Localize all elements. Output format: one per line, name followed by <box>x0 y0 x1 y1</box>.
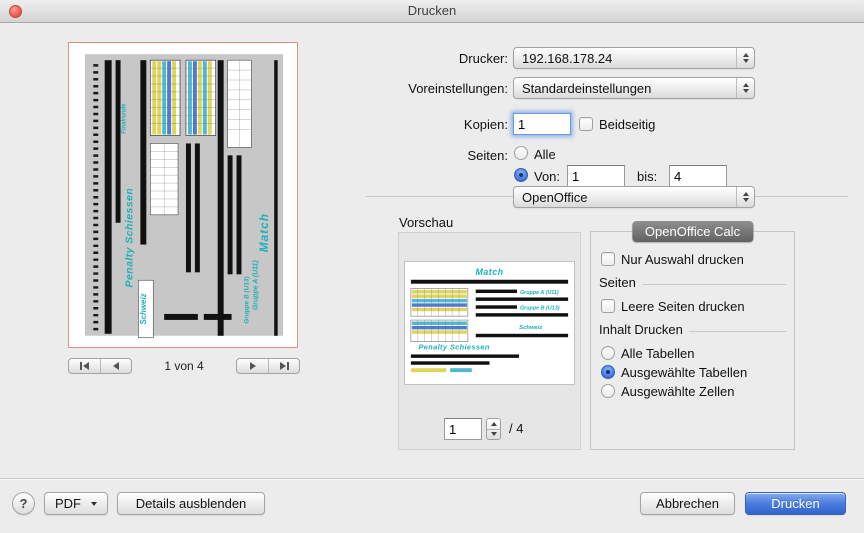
skip-empty-pages-label[interactable]: Leere Seiten drucken <box>621 299 745 314</box>
calc-options-panel: OpenOffice Calc Nur Auswahl drucken Seit… <box>590 231 795 450</box>
arrow-left-icon <box>113 362 119 370</box>
print-button[interactable]: Drucken <box>745 492 846 515</box>
pages-all-radio[interactable] <box>514 146 528 160</box>
skip-end-icon <box>287 362 289 370</box>
print-dialog: Drucken Finalrunde Penalty Schiessen <box>0 0 864 533</box>
arrow-right-icon <box>250 362 256 370</box>
pages-from-label[interactable]: Von: <box>534 169 560 184</box>
content-group-label: Inhalt Drucken <box>599 322 683 337</box>
preview-pagination: 1 von 4 <box>68 357 300 374</box>
selected-sheets-radio[interactable] <box>601 365 615 379</box>
presets-select-value: Standardeinstellungen <box>522 81 651 96</box>
preview-artwork-large: Finalrunde Penalty Schiessen <box>69 43 297 347</box>
arrow-up-icon <box>491 422 497 426</box>
close-button[interactable] <box>9 5 22 18</box>
preview-label-group-b: Gruppe B (U13) <box>243 276 250 323</box>
preview-artwork-small: Match <box>405 262 574 384</box>
app-options-select[interactable]: OpenOffice <box>513 186 755 208</box>
popup-arrows-icon <box>736 48 754 68</box>
stepper-up-button[interactable] <box>487 419 500 430</box>
calc-panel-title: OpenOffice Calc <box>632 221 753 242</box>
printer-label: Drucker: <box>308 51 508 66</box>
presets-select[interactable]: Standardeinstellungen <box>513 77 755 99</box>
pages-all-radio-label[interactable]: Alle <box>534 147 556 162</box>
popup-arrows-icon <box>736 187 754 207</box>
preview-label-finalrunde: Finalrunde <box>122 103 128 134</box>
preview-small-penalty: Penalty Schiessen <box>418 343 489 352</box>
vorschau-page-input[interactable] <box>444 418 482 440</box>
copies-input[interactable] <box>513 113 571 135</box>
hide-details-button[interactable]: Details ausblenden <box>117 492 265 515</box>
window-title: Drucken <box>0 0 864 22</box>
all-sheets-radio-label[interactable]: Alle Tabellen <box>621 346 694 361</box>
pdf-menu-button[interactable]: PDF <box>44 492 108 515</box>
page-stepper <box>486 418 501 440</box>
duplex-checkbox-label[interactable]: Beidseitig <box>599 117 655 132</box>
arrow-right-icon <box>280 362 286 370</box>
vorschau-page-total: / 4 <box>509 421 523 436</box>
preview-small-match: Match <box>476 267 504 277</box>
print-preview-large: Finalrunde Penalty Schiessen <box>68 42 298 348</box>
chevron-down-icon <box>91 502 97 506</box>
cancel-button[interactable]: Abbrechen <box>640 492 735 515</box>
stepper-down-button[interactable] <box>487 430 500 440</box>
footer-separator <box>0 478 864 479</box>
all-sheets-radio[interactable] <box>601 346 615 360</box>
pdf-menu-label: PDF <box>55 496 81 511</box>
pagination-forward-group <box>236 358 300 374</box>
pagination-back-group <box>68 358 132 374</box>
vorschau-section-label: Vorschau <box>399 215 453 230</box>
selected-cells-radio[interactable] <box>601 384 615 398</box>
selected-cells-radio-label[interactable]: Ausgewählte Zellen <box>621 384 734 399</box>
print-preview-small: Match <box>404 261 575 385</box>
popup-arrows-icon <box>736 78 754 98</box>
skip-start-icon <box>80 362 82 370</box>
pages-from-input[interactable] <box>567 165 625 187</box>
presets-label: Voreinstellungen: <box>308 81 508 96</box>
last-page-button[interactable] <box>268 359 299 373</box>
preview-label-group-a: Gruppe A (U11) <box>252 260 259 310</box>
preview-label-penalty: Penalty Schiessen <box>124 188 135 288</box>
pages-to-input[interactable] <box>669 165 727 187</box>
pages-to-label: bis: <box>637 169 657 184</box>
arrow-down-icon <box>491 432 497 436</box>
next-page-button[interactable] <box>237 359 268 373</box>
preview-label-team: Schweiz <box>139 293 148 324</box>
duplex-checkbox[interactable] <box>579 117 593 131</box>
group-divider <box>689 331 786 332</box>
selected-sheets-radio-label[interactable]: Ausgewählte Tabellen <box>621 365 747 380</box>
pages-group-header: Seiten <box>599 275 786 290</box>
titlebar: Drucken <box>0 0 864 23</box>
skip-empty-pages-checkbox[interactable] <box>601 299 615 313</box>
arrow-left-icon <box>83 362 89 370</box>
printer-select[interactable]: 192.168.178.24 <box>513 47 755 69</box>
help-button[interactable]: ? <box>12 492 35 515</box>
content-group-header: Inhalt Drucken <box>599 322 786 337</box>
preview-label-match: Match <box>257 213 271 252</box>
preview-small-group-b: Gruppe B (U13) <box>520 306 560 312</box>
preview-small-team: Schweiz <box>519 325 542 331</box>
pages-label: Seiten: <box>308 148 508 163</box>
copies-label: Kopien: <box>308 117 508 132</box>
app-options-select-value: OpenOffice <box>522 190 588 205</box>
page-indicator: 1 von 4 <box>132 359 236 373</box>
first-page-button[interactable] <box>69 359 100 373</box>
previous-page-button[interactable] <box>100 359 131 373</box>
pages-range-radio[interactable] <box>514 168 528 182</box>
group-divider <box>642 284 786 285</box>
pages-group-label: Seiten <box>599 275 636 290</box>
print-selection-label[interactable]: Nur Auswahl drucken <box>621 252 744 267</box>
printer-select-value: 192.168.178.24 <box>522 51 612 66</box>
print-selection-checkbox[interactable] <box>601 252 615 266</box>
preview-small-group-a: Gruppe A (U11) <box>520 290 559 296</box>
